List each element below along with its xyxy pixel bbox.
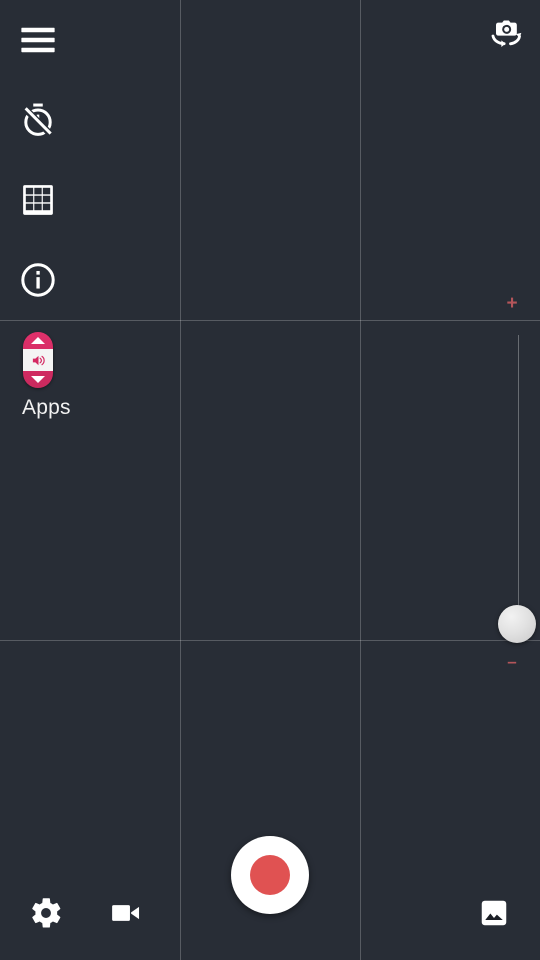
info-button[interactable]: [0, 240, 76, 320]
hamburger-menu-button[interactable]: [0, 0, 76, 80]
left-icon-rail: [0, 0, 76, 320]
grid-line-horizontal-2: [0, 640, 540, 641]
grid-line-vertical-1: [180, 0, 181, 960]
zoom-slider-track[interactable]: [518, 335, 519, 630]
zoom-in-button[interactable]: +: [484, 294, 540, 313]
volume-up-arrow-icon: [31, 337, 45, 344]
video-camera-icon: [109, 896, 143, 935]
timer-off-button[interactable]: [0, 80, 76, 160]
grid-icon: [21, 183, 55, 217]
gallery-button[interactable]: [466, 887, 522, 943]
record-button[interactable]: [231, 836, 309, 914]
switch-camera-button[interactable]: [478, 10, 530, 62]
zoom-out-button[interactable]: –: [484, 653, 540, 670]
camera-app-screen: Apps + –: [0, 0, 540, 960]
zoom-slider[interactable]: + –: [484, 280, 540, 680]
record-button-icon: [250, 855, 290, 895]
apps-shortcut[interactable]: Apps: [0, 332, 162, 420]
hamburger-menu-icon: [17, 19, 59, 61]
info-icon: [19, 261, 57, 299]
timer-off-icon: [19, 101, 57, 139]
volume-control-icon: [23, 332, 53, 388]
gallery-image-icon: [479, 898, 509, 933]
grid-line-vertical-2: [360, 0, 361, 960]
speaker-icon: [32, 355, 45, 365]
volume-down-arrow-icon: [31, 376, 45, 383]
grid-line-horizontal-1: [0, 320, 540, 321]
zoom-slider-thumb[interactable]: [498, 605, 536, 643]
apps-icon-wrapper: [12, 332, 64, 388]
settings-button[interactable]: [18, 887, 74, 943]
gear-icon: [28, 895, 64, 936]
apps-shortcut-label: Apps: [22, 396, 71, 419]
volume-speaker-band: [23, 349, 53, 371]
grid-toggle-button[interactable]: [0, 160, 76, 240]
video-mode-button[interactable]: [98, 887, 154, 943]
switch-camera-icon: [484, 14, 524, 59]
viewfinder-grid-overlay: [0, 0, 540, 960]
